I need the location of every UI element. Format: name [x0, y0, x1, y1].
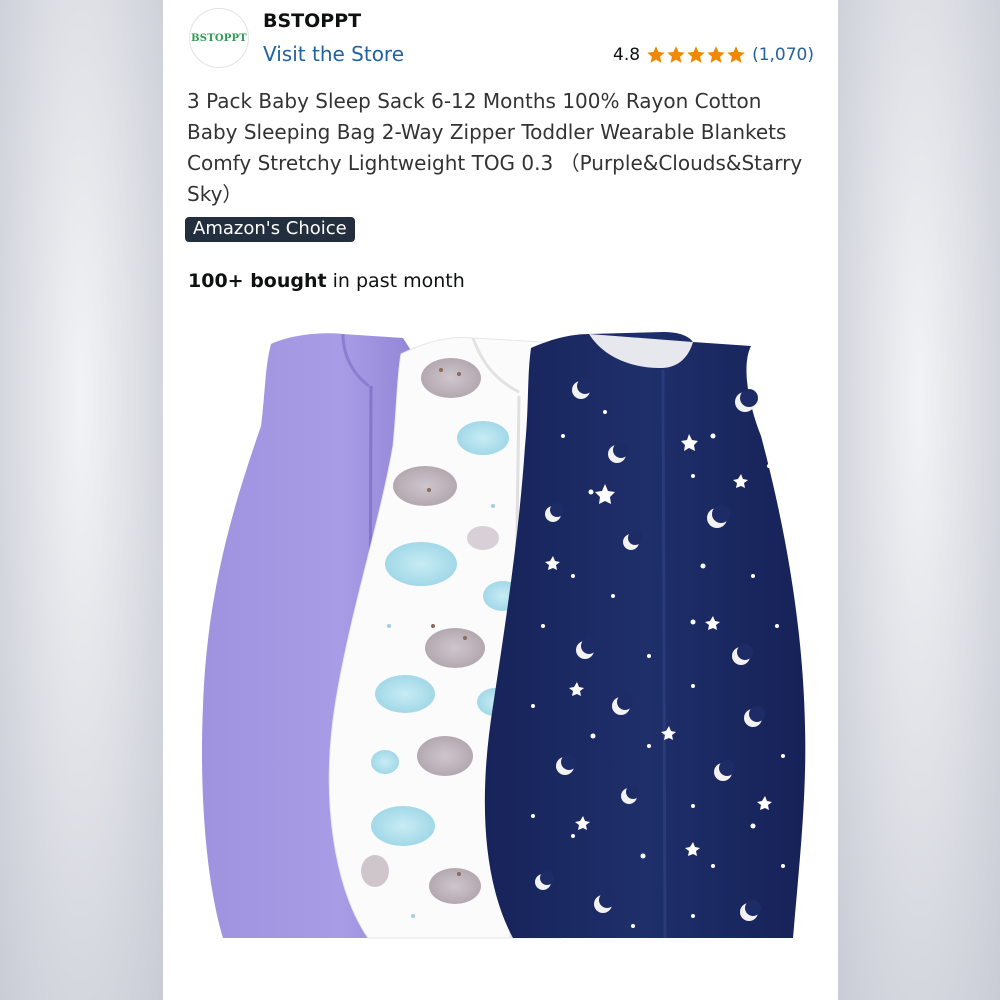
background-right — [838, 0, 1000, 1000]
seller-name: BSTOPPT — [263, 10, 362, 32]
bought-in-past-month: 100+ bought in past month — [188, 270, 465, 292]
amazons-choice-badge: Amazon's Choice — [185, 217, 355, 242]
rating-row[interactable]: 4.8 (1,070) — [613, 45, 814, 65]
review-count-link[interactable]: (1,070) — [752, 45, 814, 65]
star-icon — [707, 46, 725, 63]
bought-period: in past month — [326, 270, 465, 292]
star-icon — [687, 46, 705, 63]
seller-logo[interactable]: BSTOPPT — [189, 8, 249, 68]
product-title: 3 Pack Baby Sleep Sack 6-12 Months 100% … — [187, 89, 803, 206]
star-icon — [647, 46, 665, 63]
star-icon — [667, 46, 685, 63]
rating-value: 4.8 — [613, 45, 641, 65]
starry-sky-sleep-sack — [484, 332, 806, 939]
star-rating[interactable] — [646, 45, 746, 65]
product-card: BSTOPPT BSTOPPT Visit the Store 4.8 (1,0… — [163, 0, 838, 1000]
background-left — [0, 0, 163, 1000]
visit-store-link[interactable]: Visit the Store — [263, 42, 404, 66]
seller-logo-text: BSTOPPT — [191, 32, 247, 44]
product-image[interactable] — [193, 326, 808, 946]
bought-count: 100+ bought — [188, 270, 327, 292]
star-icon — [727, 46, 745, 63]
